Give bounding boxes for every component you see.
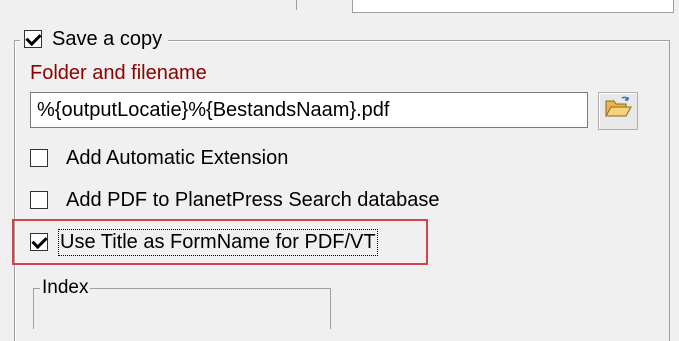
- add-automatic-extension-label: Add Automatic Extension: [66, 146, 289, 169]
- use-title-formname-checkbox[interactable]: [30, 233, 48, 251]
- add-automatic-extension-row[interactable]: Add Automatic Extension: [30, 144, 288, 172]
- folder-open-icon: [604, 96, 632, 126]
- save-copy-label: Save a copy: [52, 27, 163, 50]
- use-title-formname-row[interactable]: Use Title as FormName for PDF/VT: [30, 228, 378, 256]
- top-field-remnant[interactable]: [352, 0, 674, 13]
- index-group-label: Index: [40, 277, 91, 299]
- save-copy-checkbox[interactable]: [24, 30, 42, 48]
- save-copy-checkbox-row[interactable]: Save a copy: [20, 26, 169, 52]
- add-pdf-search-db-row[interactable]: Add PDF to PlanetPress Search database: [30, 186, 440, 214]
- add-pdf-search-db-label: Add PDF to PlanetPress Search database: [66, 188, 440, 211]
- add-automatic-extension-checkbox[interactable]: [30, 149, 48, 167]
- add-pdf-search-db-checkbox[interactable]: [30, 191, 48, 209]
- top-separator: [296, 0, 297, 10]
- folder-filename-label: Folder and filename: [30, 62, 207, 84]
- use-title-formname-label: Use Title as FormName for PDF/VT: [58, 228, 378, 256]
- browse-folder-button[interactable]: [598, 92, 638, 130]
- folder-filename-input[interactable]: [30, 92, 588, 128]
